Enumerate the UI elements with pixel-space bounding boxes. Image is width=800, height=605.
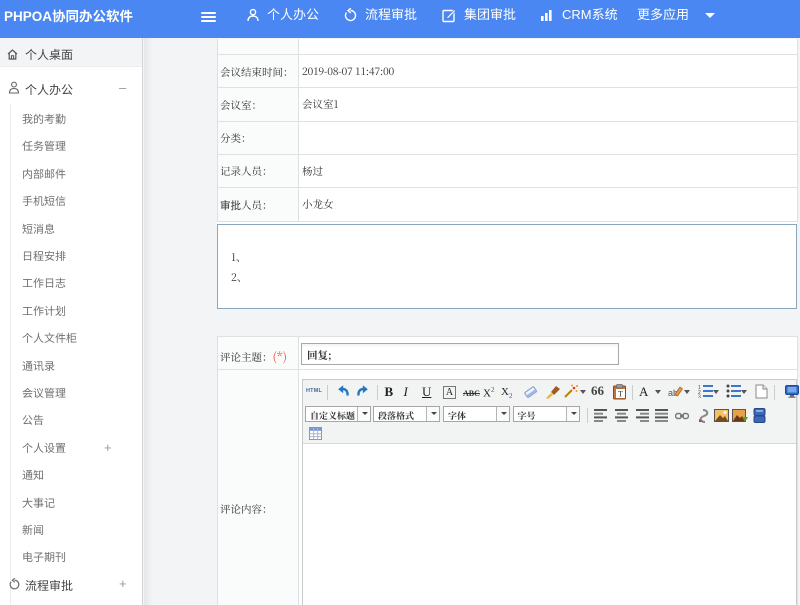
svg-text:T: T [618,389,623,398]
svg-text:3: 3 [698,395,701,399]
